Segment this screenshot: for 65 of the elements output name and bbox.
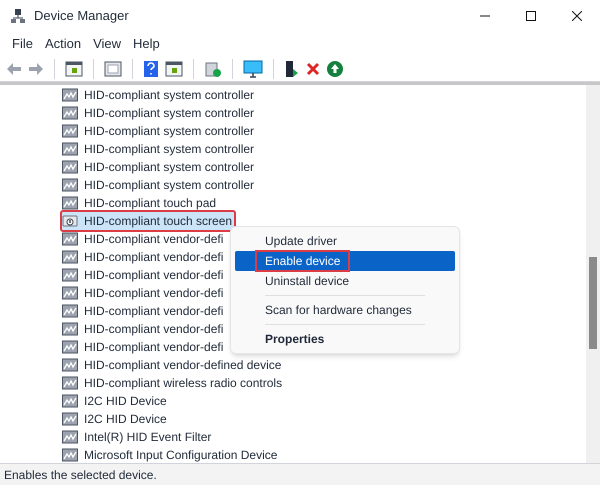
menu-item[interactable]: Help	[127, 34, 166, 54]
status-text: Enables the selected device.	[4, 466, 157, 484]
help-icon[interactable]	[143, 60, 159, 78]
tree-item[interactable]: HID-compliant touch screen	[62, 212, 234, 230]
context-menu-item[interactable]: Uninstall device	[235, 271, 455, 291]
tree-item[interactable]: HID-compliant vendor-defi	[62, 284, 226, 302]
device-icon	[62, 124, 78, 138]
tree-item[interactable]: HID-compliant system controller	[62, 140, 256, 158]
device-icon	[62, 232, 78, 246]
tree-item[interactable]: HID-compliant vendor-defi	[62, 320, 226, 338]
tree-item[interactable]: HID-compliant system controller	[62, 122, 256, 140]
tree-item[interactable]: HID-compliant vendor-defi	[62, 338, 226, 356]
computer-icon	[10, 8, 26, 24]
tree-item[interactable]: Microsoft Input Configuration Device	[62, 446, 280, 464]
device-icon	[62, 304, 78, 318]
tree-item[interactable]: HID-compliant system controller	[62, 158, 256, 176]
tree-item[interactable]: HID-compliant touch pad	[62, 194, 218, 212]
device-icon	[62, 178, 78, 192]
device-icon	[62, 88, 78, 102]
update-driver-icon[interactable]	[284, 60, 300, 78]
context-menu-item[interactable]: Update driver	[235, 231, 455, 251]
device-icon	[62, 412, 78, 426]
device-icon	[62, 358, 78, 372]
tree-item[interactable]: HID-compliant system controller	[62, 176, 256, 194]
device-icon	[62, 160, 78, 174]
menu-item[interactable]: Action	[38, 34, 88, 54]
menu-item[interactable]: View	[87, 34, 128, 54]
device-icon	[62, 394, 78, 408]
device-icon	[62, 376, 78, 390]
tree-item[interactable]: I2C HID Device	[62, 392, 169, 410]
disabled-device-icon	[62, 214, 78, 228]
maximize-icon	[526, 11, 536, 21]
close-icon	[572, 11, 582, 21]
panel-icon[interactable]	[165, 60, 183, 76]
panel-icon[interactable]	[65, 60, 83, 76]
tree-item[interactable]: Intel(R) HID Event Filter	[62, 428, 214, 446]
window-title: Device Manager	[34, 7, 129, 26]
tree-item[interactable]: I2C HID Device	[62, 410, 169, 428]
device-icon	[62, 250, 78, 264]
device-icon	[62, 340, 78, 354]
context-menu-item[interactable]: Enable device	[235, 251, 455, 271]
tree-item[interactable]: HID-compliant vendor-defined device	[62, 356, 284, 374]
tree-item[interactable]: HID-compliant vendor-defi	[62, 230, 226, 248]
monitor-icon[interactable]	[243, 60, 263, 78]
tree-item[interactable]: HID-compliant vendor-defi	[62, 302, 226, 320]
device-icon	[62, 142, 78, 156]
tree-item[interactable]: HID-compliant vendor-defi	[62, 248, 226, 266]
tree-item[interactable]: HID-compliant wireless radio controls	[62, 374, 284, 392]
scrollbar[interactable]	[586, 85, 600, 463]
sheet-icon[interactable]	[104, 60, 122, 76]
device-icon	[62, 430, 78, 444]
tree-item[interactable]: HID-compliant system controller	[62, 104, 256, 122]
device-icon	[62, 268, 78, 282]
context-menu-item[interactable]: Properties	[235, 329, 455, 349]
close-icon[interactable]	[306, 62, 320, 76]
context-menu-item[interactable]: Scan for hardware changes	[235, 300, 455, 320]
tree-item[interactable]: HID-compliant vendor-defi	[62, 266, 226, 284]
scrollbar-thumb[interactable]	[589, 257, 597, 349]
device-icon	[62, 322, 78, 336]
tree-item[interactable]: HID-compliant system controller	[62, 86, 256, 104]
device-icon	[62, 196, 78, 210]
menu-item[interactable]: File	[6, 34, 39, 54]
device-icon	[62, 106, 78, 120]
device-icon	[62, 286, 78, 300]
scan-icon[interactable]	[204, 60, 222, 78]
